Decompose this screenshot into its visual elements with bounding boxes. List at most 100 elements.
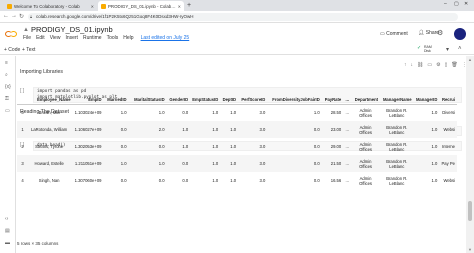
table-header-row: Employee_Name EmpID MarriedID MaritalSta… — [17, 95, 457, 105]
browser-tab-welcome[interactable]: Welcome To Colaboratory - Colab ✕ — [4, 1, 97, 11]
column-header: ManagerID — [413, 95, 440, 105]
comment-icon[interactable]: ▭ — [427, 62, 432, 68]
terminal-icon[interactable]: ▬ — [5, 240, 10, 246]
column-header: ... — [343, 95, 352, 105]
menu-view[interactable]: View — [50, 35, 61, 41]
cell-perf: 3.0 — [238, 121, 268, 138]
variables-icon[interactable]: {x} — [5, 84, 11, 90]
close-tab-icon[interactable]: ✕ — [91, 4, 94, 9]
move-down-icon[interactable]: ↓ — [411, 62, 414, 68]
delete-icon[interactable]: 🗑︎ — [451, 62, 457, 68]
notebook-title[interactable]: ▲ PRODIGY_DS_01.ipynb — [23, 25, 113, 34]
menu-runtime[interactable]: Runtime — [83, 35, 102, 41]
close-tab-icon[interactable]: ✕ — [178, 4, 181, 9]
notebook-toolbar: + Code + Text ✓ RAM Disk ▾ ˄ — [0, 45, 474, 55]
cell-recruit: Websi — [443, 178, 455, 183]
left-sidebar: ≡ ⌕ {x} ⚿ ▭ ‹› ▤ ▬ — [0, 56, 16, 253]
tab-label: Welcome To Colaboratory - Colab — [14, 3, 80, 9]
colab-header: ▲ PRODIGY_DS_01.ipynb File Edit View Ins… — [0, 23, 474, 45]
cell-empid: 1.103024e+09 — [74, 110, 102, 116]
cell-recruit: Pay Pe — [439, 155, 457, 172]
avatar[interactable] — [454, 28, 466, 40]
colab-logo[interactable] — [5, 31, 18, 37]
cell-managerid: 1.0 — [413, 121, 440, 138]
cell-ellipsis: ... — [343, 121, 352, 138]
reload-icon[interactable]: ↻ — [19, 13, 24, 20]
share-button[interactable]: 👤︎ Share — [418, 30, 439, 36]
scroll-up-icon[interactable]: ▲ — [468, 57, 472, 62]
code-snippets-icon[interactable]: ‹› — [5, 216, 8, 222]
column-header: ManagerName — [380, 95, 414, 105]
key-icon[interactable]: ⚿ — [5, 96, 9, 102]
settings-icon[interactable]: ⚙ — [436, 62, 440, 68]
chevron-down-icon[interactable]: ▾ — [446, 46, 449, 53]
forward-icon[interactable]: → — [11, 13, 17, 19]
cell-empstatus: 1.0 — [212, 178, 219, 183]
menu-file[interactable]: File — [23, 35, 31, 41]
cell-empstatus: 1.0 — [212, 110, 219, 116]
cell-dept: 1.0 — [220, 155, 239, 172]
cell-empid: 1.302053e+09 — [74, 144, 102, 149]
link-icon[interactable]: ⛓ — [417, 62, 423, 68]
column-header: FromDiversityJobFairID — [267, 95, 322, 105]
scroll-down-icon[interactable]: ▼ — [468, 247, 472, 252]
column-header: PerfScoreID — [238, 95, 268, 105]
colab-favicon — [7, 3, 12, 9]
tab-label: PRODIGY_DS_01.ipynb - Colabora... — [108, 3, 176, 9]
menu-tools[interactable]: Tools — [107, 35, 119, 41]
comment-icon: ▭ — [380, 31, 385, 37]
ram-disk-indicator[interactable]: ✓ RAM Disk — [417, 45, 432, 53]
maximize-icon[interactable]: ▢ — [454, 1, 459, 7]
chevron-up-icon[interactable]: ˄ — [458, 46, 462, 52]
folder-icon[interactable]: ▭ — [5, 108, 10, 114]
cell-perf: 3.0 — [259, 144, 266, 149]
table-row: 1 LaRotonda, William 1.106027e+09 0.0 2.… — [17, 121, 457, 138]
cell-manager: Brandon R. LeBlanc — [386, 141, 408, 152]
cell-ellipsis: ... — [343, 155, 352, 172]
cell-diversity: 0.0 — [313, 178, 320, 183]
command-palette-icon[interactable]: ▤ — [5, 228, 10, 234]
close-window-icon[interactable]: ✕ — [464, 1, 468, 7]
add-text-button[interactable]: + Text — [22, 47, 35, 53]
cell-department: Admin Offices — [351, 155, 381, 172]
menu-help[interactable]: Help — [123, 35, 133, 41]
add-code-button[interactable]: + Code — [4, 47, 20, 53]
cell-department: Admin Offices — [359, 141, 373, 152]
comment-button[interactable]: ▭ Comment — [380, 31, 408, 37]
cell-employee-name: Howard, Estelle — [25, 155, 73, 172]
row-index: 0 — [21, 110, 24, 116]
new-tab-button[interactable]: + — [187, 2, 191, 9]
cell-empid: 1.211051e+09 — [72, 155, 104, 172]
notebook-title-text: PRODIGY_DS_01.ipynb — [30, 25, 113, 34]
menu-icon[interactable]: ≡ — [5, 60, 8, 66]
cell-department: Admin Offices — [359, 107, 373, 118]
url-text: colab.research.google.com/drive/1f1P2K5t… — [36, 14, 194, 19]
mirror-icon[interactable]: ▯ — [445, 62, 448, 68]
cell-diversity: 0.0 — [313, 144, 320, 149]
cell-payrate: 21.50 — [321, 155, 344, 172]
vertical-scrollbar[interactable]: ▲ ▼ — [466, 56, 474, 253]
move-up-icon[interactable]: ↑ — [404, 62, 407, 68]
url-input[interactable]: 🔒︎ colab.research.google.com/drive/1f1P2… — [28, 13, 458, 21]
cell-toolbar: ↑ ↓ ⛓ ▭ ⚙ ▯ 🗑︎ ⋮ — [404, 62, 466, 68]
menu-insert[interactable]: Insert — [65, 35, 78, 41]
cell-gender: 1.0 — [166, 121, 191, 138]
cell-perf: 3.0 — [259, 110, 266, 116]
scrollbar-thumb[interactable] — [468, 201, 472, 221]
text-cell-importing[interactable]: Importing Libraries — [20, 69, 63, 75]
menu-edit[interactable]: Edit — [36, 35, 45, 41]
last-edited-link[interactable]: Last edited on July 25 — [141, 35, 190, 41]
minimize-icon[interactable]: – — [444, 1, 447, 7]
browser-tab-notebook[interactable]: PRODIGY_DS_01.ipynb - Colabora... ✕ — [98, 1, 184, 11]
column-header: DeptID — [220, 95, 239, 105]
cell-dept: 1.0 — [220, 121, 239, 138]
cell-manager: Brandon R. LeBlanc — [380, 121, 414, 138]
gear-icon[interactable]: ⚙ — [437, 29, 443, 37]
search-icon[interactable]: ⌕ — [5, 72, 8, 78]
cell-payrate: 29.00 — [330, 144, 342, 149]
back-icon[interactable]: ← — [3, 13, 9, 19]
run-cell-button[interactable]: [ ] — [20, 88, 24, 94]
share-icon: 👤︎ — [418, 30, 425, 36]
cell-managerid: 1.0 — [413, 155, 440, 172]
cell-gender: 0.0 — [182, 110, 189, 116]
